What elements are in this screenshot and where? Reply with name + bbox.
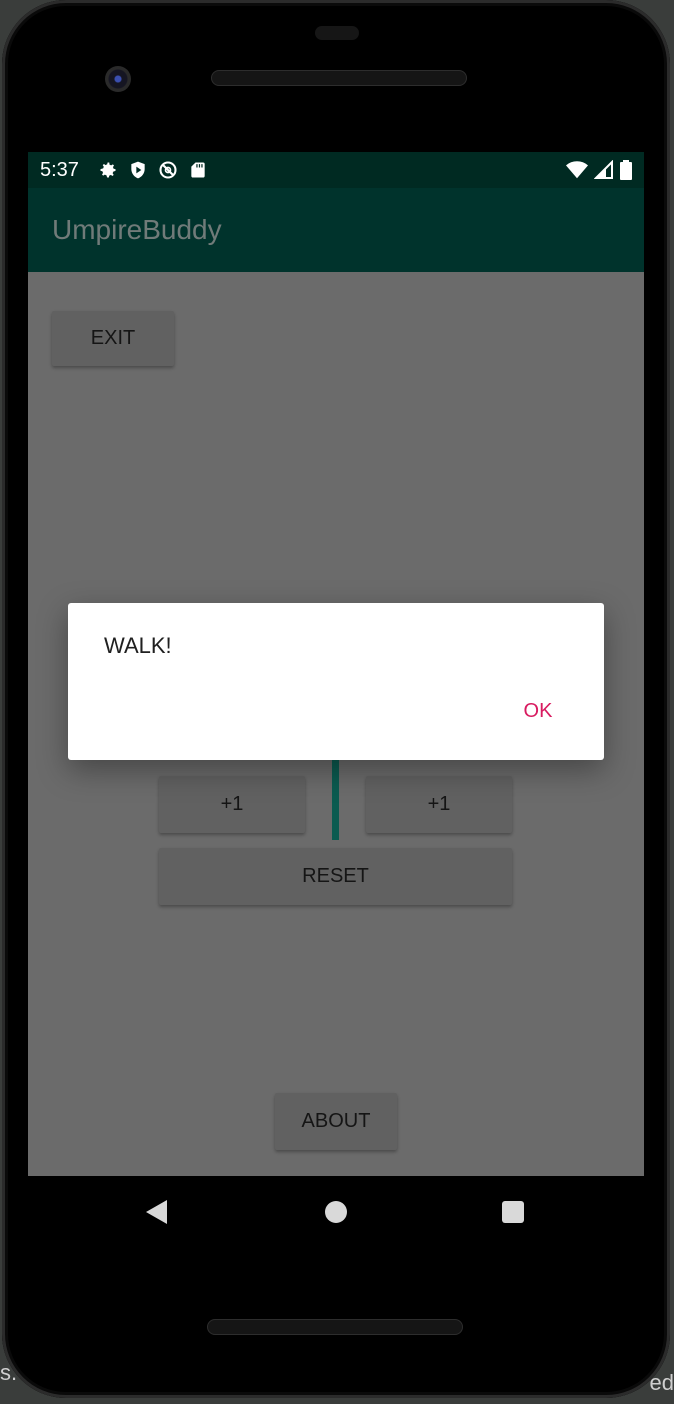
home-icon[interactable] xyxy=(325,1201,347,1223)
reset-button-label: RESET xyxy=(302,865,369,887)
recents-icon[interactable] xyxy=(502,1201,524,1223)
no-disturb-icon xyxy=(159,161,177,179)
counter-divider xyxy=(332,752,339,840)
increment-right-label: +1 xyxy=(427,793,451,815)
front-camera xyxy=(105,66,131,92)
sd-card-icon xyxy=(191,162,205,178)
play-protect-icon xyxy=(131,161,145,179)
increment-balls-button[interactable]: +1 xyxy=(159,776,305,833)
dialog-message: WALK! xyxy=(104,633,172,658)
reset-button[interactable]: RESET xyxy=(159,848,512,905)
increment-strikes-button[interactable]: +1 xyxy=(366,776,512,833)
alert-dialog: WALK! OK xyxy=(68,603,604,760)
dialog-ok-button[interactable]: OK xyxy=(512,700,564,736)
increment-left-label: +1 xyxy=(220,793,244,815)
status-bar: 5:37 xyxy=(28,152,644,188)
wifi-icon xyxy=(566,161,588,179)
exit-button[interactable]: EXIT xyxy=(52,311,174,366)
status-notification-icons xyxy=(98,160,208,180)
top-sensor xyxy=(315,26,359,40)
exit-button-label: EXIT xyxy=(90,327,136,349)
status-system-icons xyxy=(566,160,632,180)
about-button[interactable]: ABOUT xyxy=(275,1093,397,1150)
back-icon[interactable] xyxy=(146,1200,167,1224)
status-time: 5:37 xyxy=(40,159,79,181)
navigation-bar xyxy=(28,1176,644,1248)
about-button-label: ABOUT xyxy=(301,1110,371,1132)
signal-icon xyxy=(594,160,613,179)
settings-gear-icon xyxy=(100,162,116,178)
app-screen: 5:37 UmpireBuddy EXIT +1 +1 RESET ABOUT … xyxy=(28,152,644,1176)
bottom-speaker-grille xyxy=(207,1319,463,1335)
app-title: UmpireBuddy xyxy=(52,214,222,245)
battery-icon xyxy=(620,160,632,180)
app-bar: UmpireBuddy xyxy=(28,188,644,272)
top-speaker-grille xyxy=(211,70,467,86)
